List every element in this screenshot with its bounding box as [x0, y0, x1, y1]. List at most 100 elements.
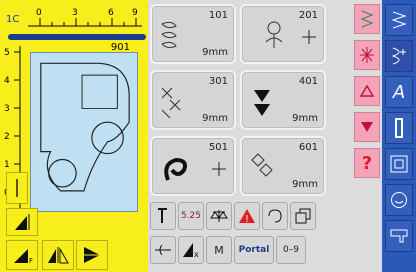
swirl-motif-icon: [164, 157, 187, 181]
utility-stitches-button[interactable]: [385, 4, 413, 36]
portal-label: Portal: [238, 245, 270, 255]
flower-motif-icon: [265, 21, 283, 48]
help-icon: ?: [361, 152, 373, 174]
stitch-size: 9mm: [292, 179, 318, 190]
memory-label: M: [214, 243, 224, 257]
top-ruler: 1C 0 3 6 9: [4, 4, 142, 28]
stitch-range-label: 0–9: [283, 245, 299, 255]
stitch-number: 601: [298, 142, 318, 153]
side-tick-2: 3: [4, 104, 10, 114]
zigzag-icon: [360, 10, 374, 28]
move-icon: [302, 30, 316, 44]
sewing-machine-icon: [390, 229, 408, 243]
motif-button[interactable]: [354, 40, 380, 70]
edit-button[interactable]: F: [6, 240, 38, 270]
utility-stitch-icon: [391, 11, 407, 29]
mirror-left-right-icon: [48, 247, 69, 264]
balance-icon: [210, 210, 228, 222]
layers-button[interactable]: [290, 202, 316, 230]
stitch-number: 501: [208, 142, 228, 153]
stitch-size: 9mm: [202, 113, 228, 124]
warning-button[interactable]: !: [234, 202, 260, 230]
alphabet-icon: A: [392, 81, 406, 103]
stitch-cell-401[interactable]: 401 9mm: [240, 70, 326, 130]
stitch-field-toggle[interactable]: [6, 172, 28, 204]
stitch-number: 401: [298, 76, 318, 87]
svg-text:x: x: [194, 250, 199, 259]
portal-button[interactable]: Portal: [234, 236, 274, 264]
machine-setup-button[interactable]: [385, 220, 413, 252]
side-tick-3: 2: [4, 132, 10, 142]
top-tick-1: 3: [72, 8, 78, 18]
move-icon: [212, 162, 226, 176]
scroll-down-button[interactable]: [354, 112, 380, 142]
position-slider-track[interactable]: [8, 34, 146, 40]
side-tick-0: 5: [4, 48, 10, 58]
top-tick-0: 0: [36, 8, 42, 18]
scroll-up-button[interactable]: [354, 76, 380, 106]
pattern-begin-icon: [155, 244, 171, 256]
stitch-number: 301: [208, 76, 228, 87]
vertical-line-icon: [16, 179, 18, 197]
decorative-stitch-icon: [391, 47, 406, 65]
rotate-icon: [268, 209, 282, 223]
stitch-number-range-button[interactable]: 0–9: [276, 236, 306, 264]
leaf-motif-icon: [161, 21, 177, 49]
edit-icon: F: [14, 249, 33, 265]
layers-icon: [295, 208, 311, 224]
side-tick-1: 4: [4, 76, 10, 86]
quilt-stitches-button[interactable]: [385, 148, 413, 180]
decorative-stitches-button[interactable]: [385, 40, 413, 72]
stitch-size: 9mm: [292, 113, 318, 124]
stitch-type-button[interactable]: [354, 4, 380, 34]
stitch-cell-501[interactable]: 501: [150, 136, 236, 196]
stitch-number: 101: [208, 10, 228, 21]
warning-icon: !: [239, 209, 255, 224]
car-outline-motif: [40, 62, 130, 192]
diamond-pattern-icon: [251, 153, 273, 177]
needle-stop-icon: [158, 208, 167, 223]
side-tick-4: 1: [4, 160, 10, 170]
scroll-column: ?: [354, 4, 380, 200]
buttonhole-button[interactable]: [385, 112, 413, 144]
needle-stop-button[interactable]: [150, 202, 176, 230]
svg-text:!: !: [245, 214, 249, 224]
buttonhole-icon: [395, 118, 403, 138]
cross-stitch-icon: [161, 87, 181, 119]
stitch-length-button[interactable]: 5.25: [178, 202, 204, 230]
scroll-up-icon: [360, 85, 374, 97]
snowflake-icon: [360, 47, 374, 63]
triangle-pattern-icon: [254, 90, 270, 116]
top-tick-2: 6: [108, 8, 114, 18]
stitch-grid: 101 9mm 201 301 9mm 401 9mm 501 601 9mm: [150, 4, 352, 200]
bottom-toolbar: 5.25 ! x M Portal 0–9: [150, 202, 380, 272]
ruler-header: 1C 0 3 6 9: [4, 4, 146, 42]
mirror-vertical-icon: [15, 214, 30, 230]
personal-program-button[interactable]: [385, 184, 413, 216]
help-button[interactable]: ?: [354, 148, 380, 178]
rotate-button[interactable]: [262, 202, 288, 230]
scroll-down-icon: [361, 122, 373, 132]
balance-button[interactable]: [206, 202, 232, 230]
alphabet-button[interactable]: A: [385, 76, 413, 108]
stitch-cell-301[interactable]: 301 9mm: [150, 70, 236, 130]
ruler-letter: 1C: [6, 14, 19, 25]
right-sidebar: A: [382, 0, 416, 272]
top-tick-3: 9: [132, 8, 138, 18]
svg-text:F: F: [29, 257, 33, 265]
pattern-begin-button[interactable]: [150, 236, 176, 264]
stitch-cell-601[interactable]: 601 9mm: [240, 136, 326, 196]
stitch-cell-201[interactable]: 201: [240, 4, 326, 64]
memory-button[interactable]: M: [206, 236, 232, 264]
left-panel: 1C 0 3 6 9 9 0 1 5 4 3 2 1 F: [0, 0, 148, 272]
mirror-vertical-button[interactable]: [6, 208, 38, 236]
stitch-length-value: 5.25: [180, 211, 202, 221]
mirror-up-down-icon: [82, 247, 102, 263]
stitch-preview: [30, 52, 138, 212]
stitch-cell-101[interactable]: 101 9mm: [150, 4, 236, 64]
mirror-up-down-button[interactable]: [76, 240, 108, 270]
mirror-left-right-button[interactable]: [42, 240, 74, 270]
smiley-icon: [391, 192, 407, 208]
quilt-icon: [390, 155, 408, 173]
reverse-x-button[interactable]: x: [178, 236, 204, 264]
